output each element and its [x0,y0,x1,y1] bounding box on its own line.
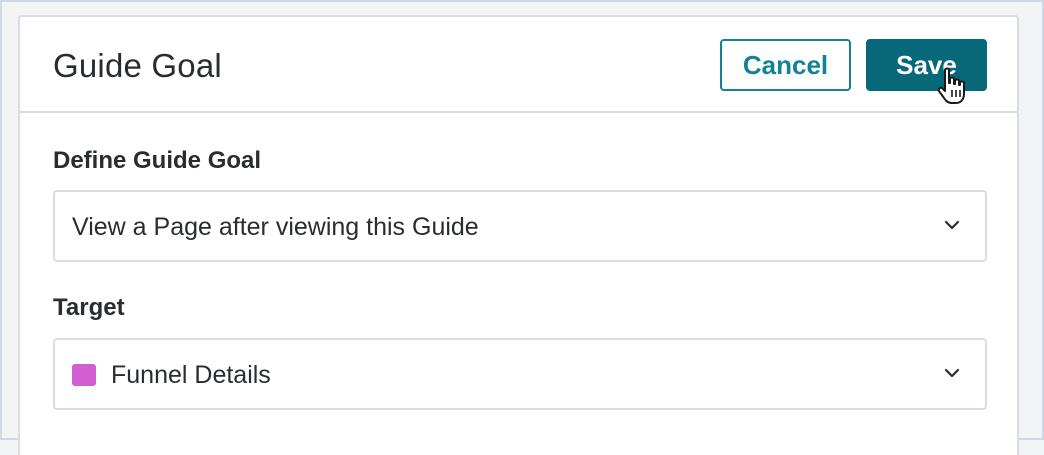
target-dropdown[interactable]: Funnel Details [53,338,987,410]
page-title: Guide Goal [53,47,222,84]
hand-pointer-cursor-icon [937,67,965,104]
panel-header: Guide Goal Cancel Save [20,17,1017,113]
page-color-swatch [72,364,96,386]
chevron-down-icon [944,368,960,378]
target-label: Target [53,294,125,321]
guide-goal-selected-value: View a Page after viewing this Guide [72,213,479,241]
guide-goal-dropdown[interactable]: View a Page after viewing this Guide [53,190,987,262]
define-guide-goal-label: Define Guide Goal [53,147,262,174]
cancel-button[interactable]: Cancel [720,39,851,91]
chevron-down-icon [944,220,960,230]
guide-goal-panel: Guide Goal Cancel Save Define Guide Goal… [18,15,1019,455]
target-selected-value: Funnel Details [111,361,271,389]
